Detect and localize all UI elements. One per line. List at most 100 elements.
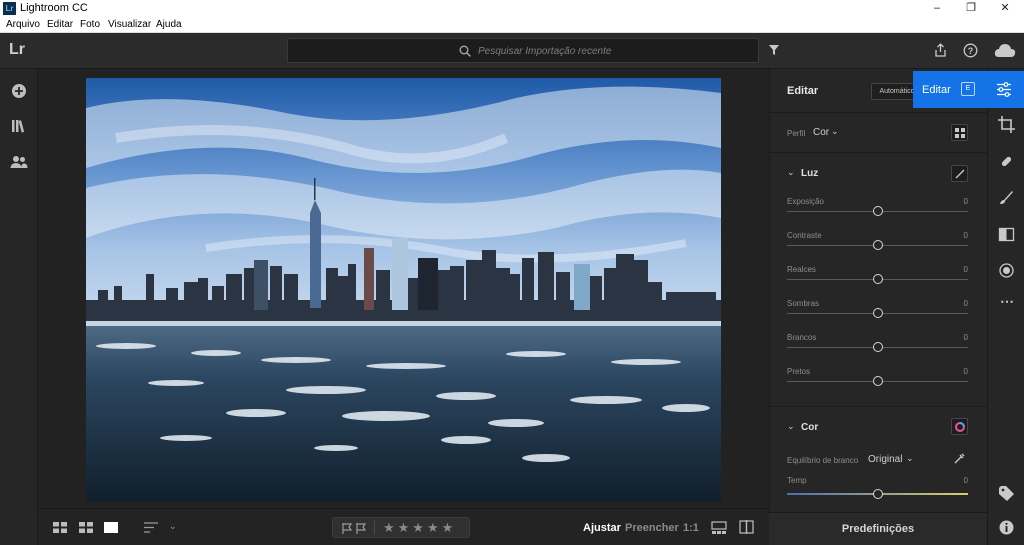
right-tool-strip: ⋯ (987, 69, 1024, 545)
slider-thumb[interactable] (873, 240, 883, 250)
profile-browser-button[interactable] (951, 124, 968, 141)
curve-icon (955, 169, 965, 179)
square-grid-icon[interactable] (53, 522, 67, 533)
app-icon: Lr (3, 2, 16, 15)
title-bar: Lr Lightroom CC – ❐ ✕ (0, 0, 1024, 17)
slider-label: Pretos (787, 367, 811, 376)
versions-icon[interactable] (711, 521, 727, 534)
ratio-button[interactable]: 1:1 (683, 522, 699, 534)
edit-panel-title: Editar (787, 85, 819, 97)
help-icon[interactable]: ? (963, 43, 978, 58)
slider-label: Sombras (787, 299, 820, 308)
color-title: Cor (801, 422, 819, 433)
menu-editar[interactable]: Editar (47, 19, 73, 30)
share-icon[interactable] (934, 43, 947, 57)
profile-value[interactable]: Cor (813, 127, 829, 138)
brush-icon[interactable] (998, 189, 1015, 206)
grid-icon (955, 128, 965, 138)
edit-shortcut-key: E (961, 82, 975, 96)
menu-foto[interactable]: Foto (80, 19, 100, 30)
tag-icon[interactable] (998, 485, 1015, 502)
slider-value: 0 (963, 333, 968, 342)
slider-thumb[interactable] (873, 206, 883, 216)
light-collapse-icon[interactable]: ⌄ (787, 167, 795, 178)
slider-value: 0 (963, 367, 968, 376)
search-input[interactable] (478, 43, 728, 59)
menu-visualizar[interactable]: Visualizar (108, 19, 151, 30)
edit-sliders-icon[interactable] (996, 82, 1012, 97)
photo-grid-icon[interactable] (79, 522, 93, 533)
menu-arquivo[interactable]: Arquivo (6, 19, 40, 30)
menu-bar: Arquivo Editar Foto Visualizar Ajuda (0, 17, 1024, 33)
profile-section: Perfil Cor ⌄ (770, 113, 988, 153)
slider-label: Exposição (787, 197, 824, 206)
photo-area (38, 69, 769, 508)
compare-icon[interactable] (739, 520, 754, 534)
divider (374, 520, 375, 535)
sort-chevron-icon[interactable]: ⌄ (169, 521, 177, 532)
radial-gradient-icon[interactable] (998, 262, 1015, 279)
edit-panel: Editar Automático Perfil Cor ⌄ ⌄ Luz ⌄ C… (769, 69, 988, 545)
slider-value: 0 (963, 265, 968, 274)
slider-value: 0 (963, 197, 968, 206)
eyedropper-icon[interactable] (953, 453, 965, 465)
temp-thumb[interactable] (873, 489, 883, 499)
window-title: Lightroom CC (20, 2, 88, 14)
main-photo[interactable] (86, 78, 721, 502)
search-icon (459, 45, 471, 57)
slider-label: Brancos (787, 333, 817, 342)
color-mixer-button[interactable] (951, 418, 968, 435)
crop-icon[interactable] (998, 116, 1015, 133)
search-box[interactable] (287, 38, 759, 63)
profile-chevron-icon[interactable]: ⌄ (831, 126, 839, 137)
star-rating[interactable]: ★★★★★ (383, 520, 456, 536)
sort-icon[interactable] (144, 522, 160, 533)
menu-ajuda[interactable]: Ajuda (156, 19, 182, 30)
slider-label: Realces (787, 265, 816, 274)
rating-group: ★★★★★ (332, 517, 470, 538)
slider-thumb[interactable] (873, 308, 883, 318)
color-collapse-icon[interactable]: ⌄ (787, 421, 795, 432)
slider-thumb[interactable] (873, 274, 883, 284)
color-section: ⌄ Cor Equilíbrio de branco Original ⌄ Te… (770, 407, 988, 512)
edit-tooltip-label: Editar (922, 84, 951, 96)
svg-text:?: ? (968, 46, 974, 56)
filter-icon[interactable] (768, 44, 780, 56)
add-photos-icon[interactable] (10, 82, 28, 100)
library-icon[interactable] (10, 117, 28, 135)
white-balance-label: Equilíbrio de branco (787, 456, 859, 465)
white-balance-value[interactable]: Original (868, 454, 902, 465)
info-icon[interactable] (998, 519, 1015, 536)
linear-gradient-icon[interactable] (998, 226, 1015, 243)
presets-label: Predefinições (841, 523, 915, 535)
more-icon[interactable]: ⋯ (1000, 293, 1014, 310)
healing-icon[interactable] (998, 153, 1015, 170)
maximize-button[interactable]: ❐ (954, 0, 988, 17)
left-rail (0, 69, 38, 545)
fit-button[interactable]: Ajustar (583, 522, 621, 534)
pick-flag-icon[interactable] (342, 523, 352, 534)
presets-bar[interactable]: Predefinições (769, 512, 987, 545)
color-wheel-icon (955, 422, 965, 432)
lightroom-window: Lr Lightroom CC – ❐ ✕ Arquivo Editar Fot… (0, 0, 1024, 545)
bottom-bar: ⌄ ★★★★★ Ajustar Preencher 1:1 (38, 508, 769, 545)
minimize-button[interactable]: – (920, 0, 954, 17)
top-toolbar: Lr ? (0, 33, 1024, 69)
reject-flag-icon[interactable] (356, 523, 366, 534)
cloud-icon[interactable] (994, 43, 1016, 58)
slider-value: 0 (963, 231, 968, 240)
people-icon[interactable] (10, 153, 28, 171)
fill-button[interactable]: Preencher (625, 522, 679, 534)
tone-curve-button[interactable] (951, 165, 968, 182)
lr-logo: Lr (9, 41, 25, 58)
white-balance-chevron-icon[interactable]: ⌄ (906, 453, 914, 464)
slider-thumb[interactable] (873, 342, 883, 352)
close-button[interactable]: ✕ (988, 0, 1022, 17)
profile-label: Perfil (787, 129, 806, 138)
slider-label: Contraste (787, 231, 822, 240)
temp-label: Temp (787, 476, 807, 485)
slider-thumb[interactable] (873, 376, 883, 386)
detail-icon[interactable] (104, 522, 118, 533)
light-title: Luz (801, 168, 819, 179)
edit-tooltip[interactable]: Editar E (913, 71, 1024, 108)
